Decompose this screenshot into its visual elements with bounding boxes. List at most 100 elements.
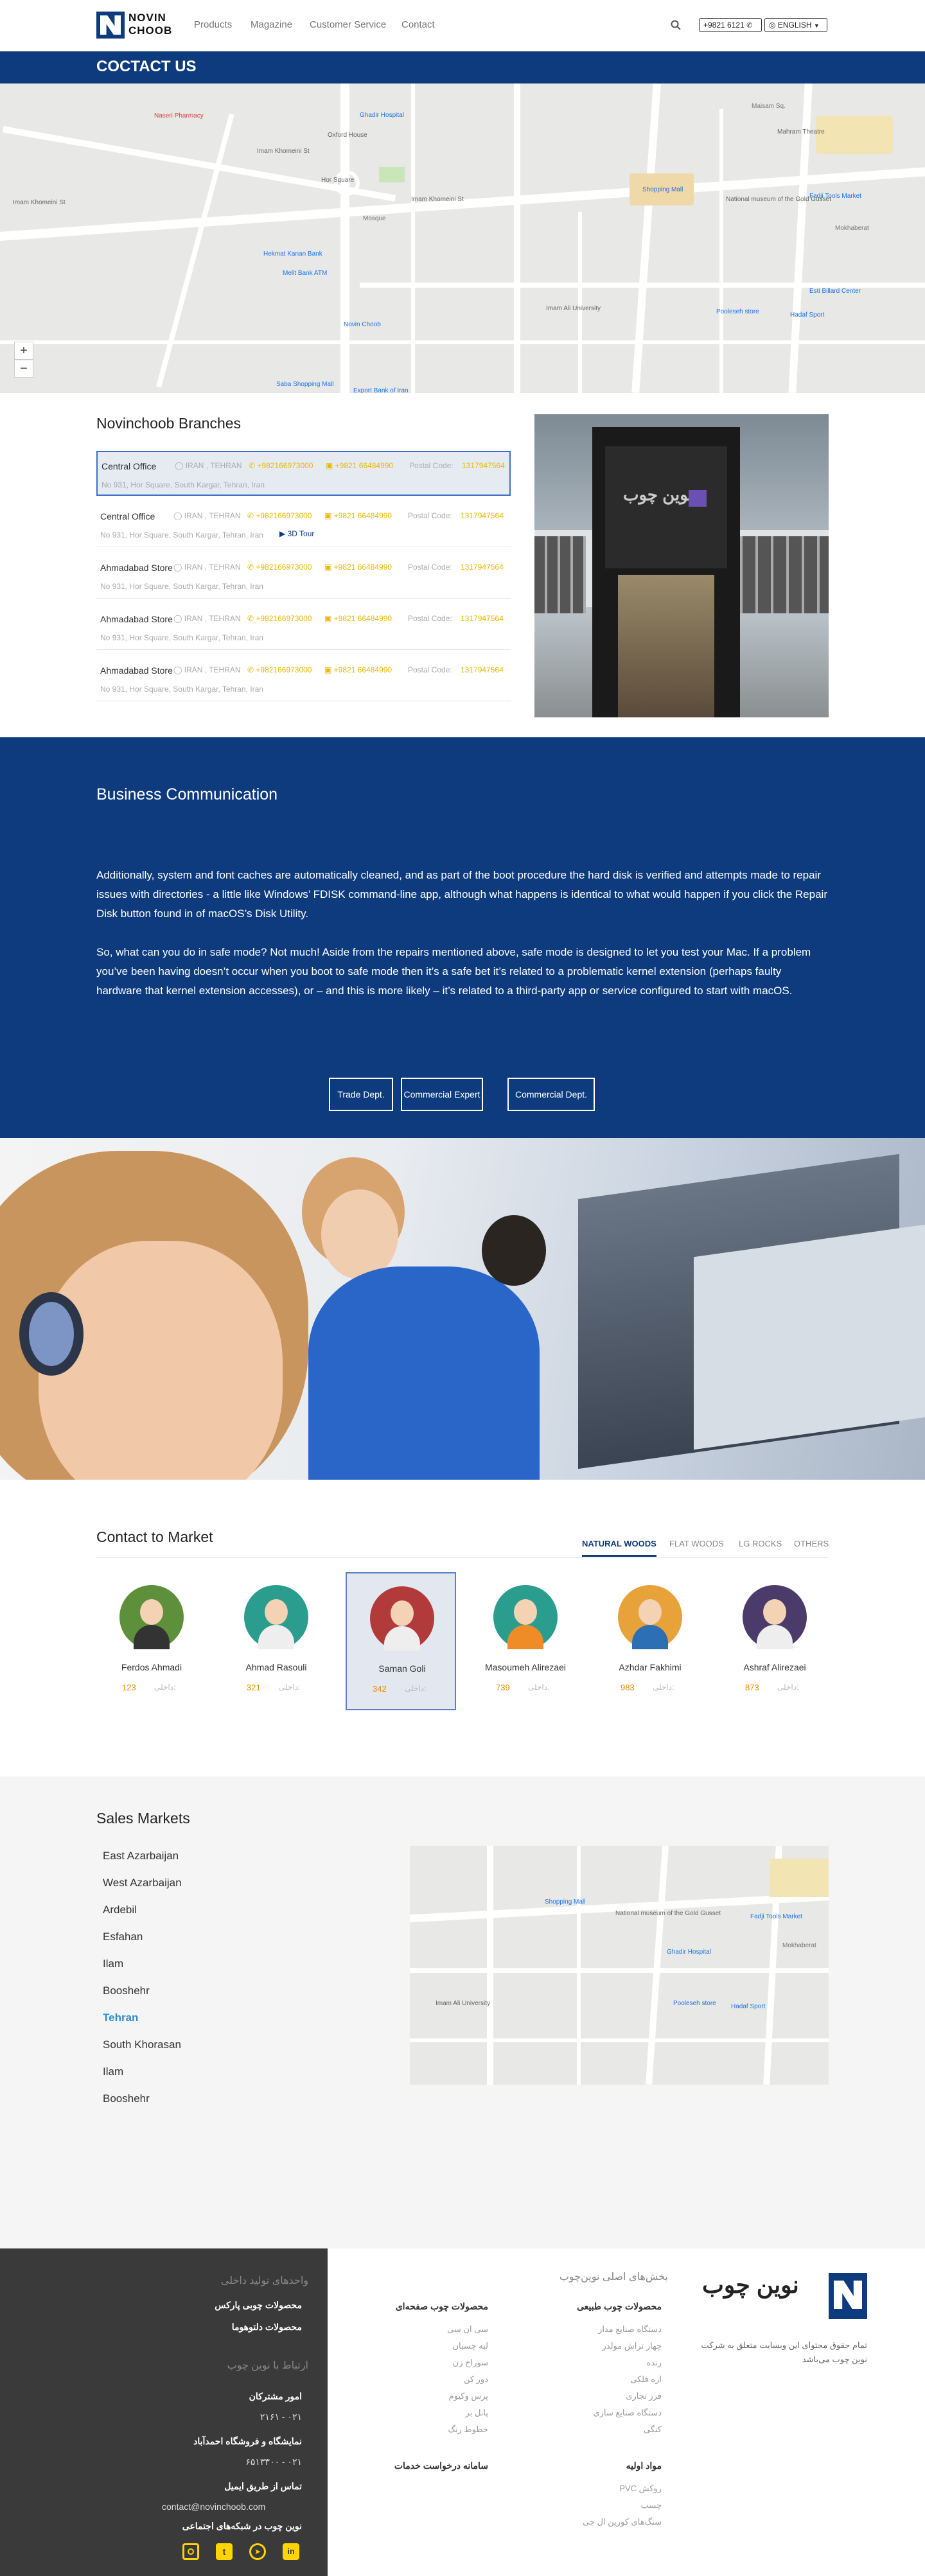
nav-contact[interactable]: Contact <box>401 19 435 30</box>
3d-tour-link[interactable]: ▶ 3D Tour <box>279 529 314 538</box>
store-sign-text: نوین چوب <box>623 485 693 504</box>
footer-link[interactable]: پانل بر <box>328 2408 488 2418</box>
market-item-active[interactable]: Tehran <box>103 2011 138 2024</box>
phone-pill[interactable]: +9821 6121 ✆ <box>699 18 762 32</box>
tab-others[interactable]: OTHERS <box>794 1539 829 1548</box>
person-card[interactable]: Saman Goli 342 داخلی: <box>346 1572 456 1710</box>
market-item[interactable]: Ilam <box>103 1958 123 1970</box>
nav-customer-service[interactable]: Customer Service <box>310 19 386 30</box>
tab-flat-woods[interactable]: FLAT WOODS <box>669 1539 724 1548</box>
person-extension[interactable]: 342 <box>373 1684 387 1694</box>
footer-link[interactable]: سوراخ زن <box>328 2358 488 2368</box>
telegram-icon[interactable]: ➤ <box>249 2543 266 2560</box>
footer-link[interactable]: سی ان سی <box>328 2324 488 2335</box>
footer-link[interactable]: دستگاه صنایع سازی <box>469 2408 662 2418</box>
top-map[interactable]: Naseri Pharmacy Ghadir Hospital Hor Squa… <box>0 83 925 393</box>
nav-products[interactable]: Products <box>194 19 232 30</box>
logo-mark[interactable] <box>96 12 125 39</box>
market-item[interactable]: Ilam <box>103 2065 123 2078</box>
map-label: Mahram Theatre <box>777 128 825 136</box>
store-phone[interactable]: ۰۲۱ - ۶۵۱۳۳۰۰ <box>0 2457 302 2467</box>
market-item[interactable]: Booshehr <box>103 1985 150 1997</box>
person-card[interactable]: Ahmad Rasouli 321 داخلی: <box>221 1572 331 1710</box>
footer-link[interactable]: کنگی <box>469 2424 662 2435</box>
branch-location-text: IRAN , TEHRAN <box>185 461 242 470</box>
footer-link[interactable]: فرز نجاری <box>469 2391 662 2401</box>
footer-link[interactable]: چهار تراش مولدر <box>469 2341 662 2351</box>
branch-phone[interactable]: ✆ +982166973000 <box>247 511 312 520</box>
person-extension[interactable]: 739 <box>496 1683 510 1692</box>
branch-location-text: IRAN , TEHRAN <box>184 563 241 572</box>
person-card[interactable]: Ashraf Alirezaei 873 داخلی: <box>719 1572 830 1710</box>
unit-link[interactable]: محصولات چوبی پارکس <box>0 2300 302 2311</box>
market-item[interactable]: Ardebil <box>103 1904 137 1916</box>
branch-phone[interactable]: ✆ +982166973000 <box>247 665 312 674</box>
fax-icon: ▣ <box>326 461 335 470</box>
linkedin-icon[interactable]: in <box>283 2543 299 2560</box>
language-select[interactable]: ◎ ENGLISH ▼ <box>764 18 827 32</box>
search-icon[interactable] <box>671 20 681 30</box>
map-label: Mokhaberat <box>782 1942 816 1949</box>
map-label: Ghadir Hospital <box>360 112 404 119</box>
nav-magazine[interactable]: Magazine <box>251 19 292 30</box>
map-label: Pooleseh store <box>673 2000 716 2007</box>
footer-link[interactable]: روکش PVC <box>469 2484 662 2494</box>
branch-row[interactable]: Central Office ◯ IRAN , TEHRAN ✆ +982166… <box>96 502 511 547</box>
branch-row[interactable]: Ahmadabad Store ◯ IRAN , TEHRAN ✆ +98216… <box>96 656 511 701</box>
commercial-expert-button[interactable]: Commercial Expert <box>401 1078 483 1111</box>
person-card[interactable]: Ferdos Ahmadi 123 داخلی: <box>96 1572 207 1710</box>
map-label: Imam Khomeini St <box>257 148 310 155</box>
map-label: Mellt Bank ATM <box>283 270 328 277</box>
map-label: Hadaf Sport <box>790 311 825 319</box>
market-item[interactable]: South Khorasan <box>103 2038 181 2051</box>
person-card[interactable]: Azhdar Fakhimi 983 داخلی: <box>595 1572 705 1710</box>
tab-natural-woods[interactable]: NATURAL WOODS <box>582 1539 656 1557</box>
branch-phone[interactable]: ✆ +982166973000 <box>249 461 313 470</box>
market-item[interactable]: Esfahan <box>103 1931 143 1943</box>
person-extension[interactable]: 983 <box>621 1683 635 1692</box>
person-extension[interactable]: 321 <box>247 1683 261 1692</box>
map-label: Hadaf Sport <box>731 2003 766 2010</box>
footer-link[interactable]: اره فلکی <box>469 2374 662 2385</box>
logo-text[interactable]: NOVIN CHOOB <box>128 12 172 37</box>
customers-phone[interactable]: ۰۲۱ - ۲۱۶۱ <box>0 2412 302 2423</box>
person-extension[interactable]: 873 <box>745 1683 759 1692</box>
footer-contact-panel: واحدهای تولید داخلی محصولات چوبی پارکس م… <box>0 2248 328 2576</box>
commercial-dept-button[interactable]: Commercial Dept. <box>507 1078 595 1111</box>
instagram-icon[interactable] <box>182 2543 199 2560</box>
person-extension[interactable]: 123 <box>122 1683 136 1692</box>
market-item[interactable]: Booshehr <box>103 2092 150 2105</box>
branch-phone[interactable]: ✆ +982166973000 <box>247 563 312 572</box>
unit-link[interactable]: محصولات دلتوهوما <box>0 2322 302 2333</box>
footer-link[interactable]: رنده <box>469 2358 662 2368</box>
branch-row[interactable]: Central Office ◯ IRAN , TEHRAN ✆ +982166… <box>96 451 511 496</box>
market-item[interactable]: East Azarbaijan <box>103 1850 179 1862</box>
footer-link[interactable]: دستگاه صنایع مدار <box>469 2324 662 2335</box>
tumblr-icon[interactable]: t <box>216 2543 233 2560</box>
footer-link[interactable]: دور کن <box>328 2374 488 2385</box>
footer-link[interactable]: لبه چسبان <box>328 2341 488 2351</box>
footer-link[interactable]: سنگ‌های کورین ال جی <box>469 2517 662 2527</box>
branch-fax: ▣ +9821 66484990 <box>326 461 393 470</box>
footer-link[interactable]: خطوط رنگ <box>328 2424 488 2435</box>
branch-row[interactable]: Ahmadabad Store ◯ IRAN , TEHRAN ✆ +98216… <box>96 554 511 599</box>
postal-code: 1317947564 <box>461 665 504 674</box>
extension-label: داخلی: <box>154 1683 176 1692</box>
footer-email[interactable]: contact@novinchoob.com <box>162 2502 265 2512</box>
footer-link[interactable]: چسب <box>469 2500 662 2510</box>
units-title: واحدهای تولید داخلی <box>220 2275 308 2286</box>
sales-map[interactable]: Shopping Mall National museum of the Gol… <box>410 1846 829 2085</box>
postal-label: Postal Code: <box>408 563 452 572</box>
contact-title: ارتباط با نوین چوب <box>227 2360 308 2371</box>
play-icon: ▶ <box>279 529 288 538</box>
trade-dept-button[interactable]: Trade Dept. <box>329 1078 393 1111</box>
col4-link[interactable]: سامانه درخواست خدمات <box>328 2460 488 2471</box>
map-zoom-out-button[interactable]: − <box>14 360 33 378</box>
tab-lg-rocks[interactable]: LG ROCKS <box>739 1539 782 1548</box>
footer-link[interactable]: پرس وکیوم <box>328 2391 488 2401</box>
person-card[interactable]: Masoumeh Alirezaei 739 داخلی: <box>470 1572 581 1710</box>
market-item[interactable]: West Azarbaijan <box>103 1877 182 1889</box>
map-zoom-in-button[interactable]: + <box>14 342 33 360</box>
branch-row[interactable]: Ahmadabad Store ◯ IRAN , TEHRAN ✆ +98216… <box>96 605 511 650</box>
branch-phone[interactable]: ✆ +982166973000 <box>247 614 312 623</box>
